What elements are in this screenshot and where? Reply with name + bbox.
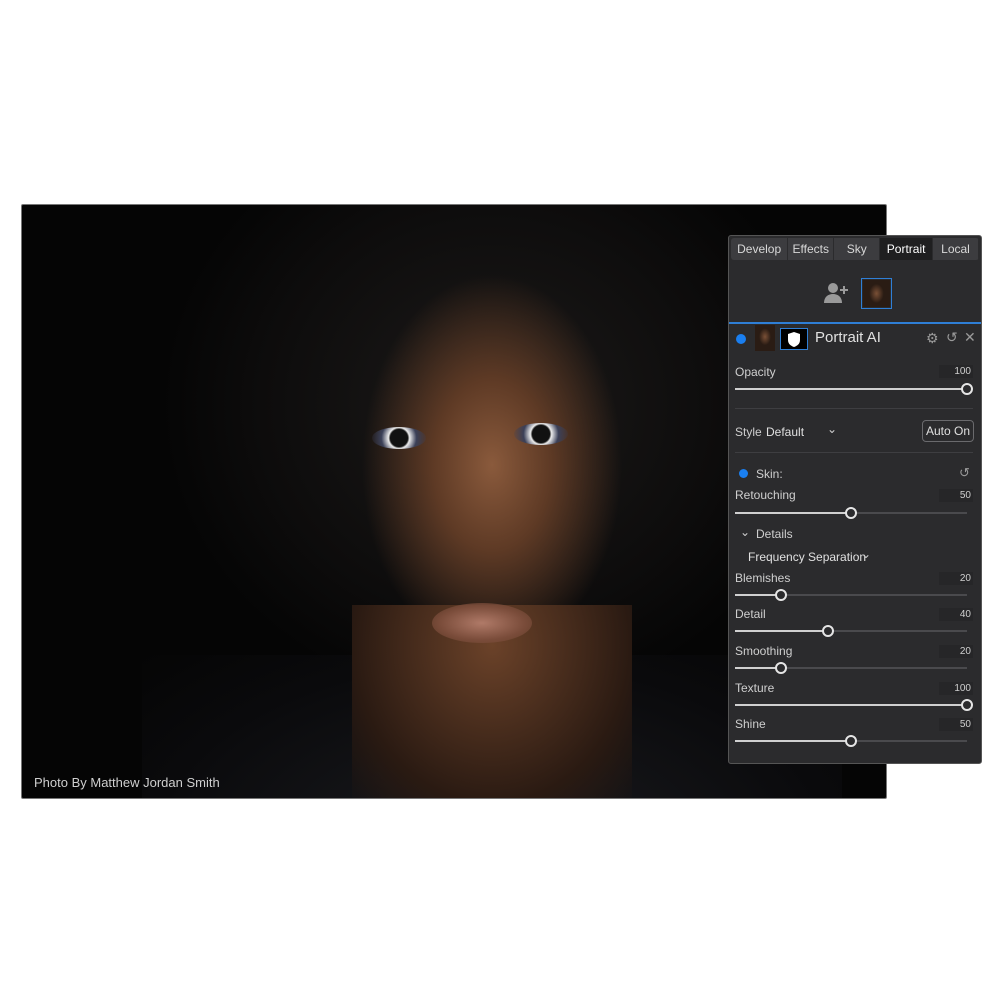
mask-thumbnail[interactable]: [780, 328, 808, 350]
add-person-icon[interactable]: [823, 282, 851, 307]
module-tabs: Develop Effects Sky Portrait Local: [731, 238, 979, 260]
tab-portrait[interactable]: Portrait: [880, 238, 933, 260]
tab-effects[interactable]: Effects: [788, 238, 835, 260]
reset-icon[interactable]: ↺: [946, 329, 958, 346]
shine-label: Shine: [735, 717, 766, 731]
slider-knob[interactable]: [961, 699, 973, 711]
details-mode-dropdown[interactable]: Frequency Separation: [748, 550, 866, 564]
divider: [735, 408, 973, 409]
divider: [735, 452, 973, 453]
retouching-value[interactable]: 50: [939, 489, 973, 502]
details-chevron-icon[interactable]: ⌄: [740, 525, 750, 539]
slider-knob[interactable]: [775, 589, 788, 601]
photo-eye-left: [372, 427, 426, 449]
slider-knob[interactable]: [845, 507, 857, 519]
slider-knob[interactable]: [775, 662, 788, 674]
retouching-slider[interactable]: [735, 507, 967, 519]
chevron-down-icon[interactable]: ⌄: [827, 422, 837, 436]
opacity-slider[interactable]: [735, 383, 973, 395]
skin-enabled-dot[interactable]: [739, 469, 748, 478]
tab-develop[interactable]: Develop: [731, 238, 789, 260]
opacity-label: Opacity: [735, 365, 776, 379]
chevron-down-icon[interactable]: ⌄: [861, 547, 871, 561]
filter-thumbnail: [755, 325, 775, 351]
close-icon[interactable]: ✕: [964, 329, 976, 346]
smoothing-label: Smoothing: [735, 644, 793, 658]
filter-enabled-dot[interactable]: [736, 334, 746, 344]
portrait-panel: Develop Effects Sky Portrait Local Portr…: [728, 235, 982, 764]
photo-lips: [432, 603, 532, 643]
blemishes-slider[interactable]: [735, 589, 967, 601]
retouching-label: Retouching: [735, 488, 796, 502]
smoothing-slider[interactable]: [735, 662, 967, 674]
slider-knob[interactable]: [821, 625, 834, 637]
filter-title: Portrait AI: [815, 329, 881, 346]
opacity-value[interactable]: 100: [939, 365, 973, 378]
slider-knob[interactable]: [845, 735, 857, 747]
style-dropdown[interactable]: Default: [766, 425, 804, 439]
photo-eye-right: [514, 423, 568, 445]
texture-value[interactable]: 100: [939, 682, 973, 695]
auto-on-button[interactable]: Auto On: [922, 420, 974, 442]
slider-knob[interactable]: [961, 383, 973, 395]
shine-slider[interactable]: [735, 735, 967, 747]
shine-value[interactable]: 50: [939, 718, 973, 731]
detail-value[interactable]: 40: [939, 608, 973, 621]
blemishes-label: Blemishes: [735, 571, 791, 585]
gear-icon[interactable]: ⚙: [926, 330, 939, 347]
blemishes-value[interactable]: 20: [939, 572, 973, 585]
style-label: Style: [735, 425, 762, 439]
detail-label: Detail: [735, 607, 766, 621]
selected-divider: [729, 322, 981, 324]
texture-label: Texture: [735, 681, 775, 695]
smoothing-value[interactable]: 20: [939, 645, 973, 658]
face-thumbnail[interactable]: [861, 278, 892, 309]
detail-slider[interactable]: [735, 625, 967, 637]
photo-credit: Photo By Matthew Jordan Smith: [34, 775, 220, 790]
details-toggle[interactable]: Details: [756, 527, 793, 541]
tab-local[interactable]: Local: [933, 238, 979, 260]
skin-reset-icon[interactable]: ↺: [959, 465, 970, 481]
tab-sky[interactable]: Sky: [834, 238, 881, 260]
skin-label: Skin:: [756, 467, 783, 481]
texture-slider[interactable]: [735, 699, 973, 711]
